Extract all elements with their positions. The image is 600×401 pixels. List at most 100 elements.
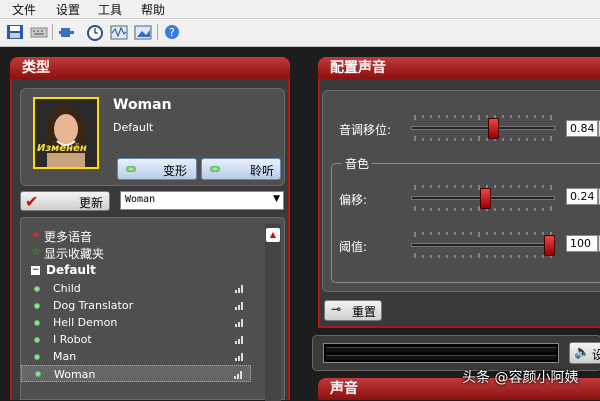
- offset-thumb[interactable]: [480, 188, 491, 209]
- type-panel-title: 类型: [22, 60, 50, 76]
- save-icon[interactable]: [6, 23, 24, 41]
- speaker-label: 设: [592, 348, 600, 362]
- config-panel: 音调移位: 0.84 音色 偏移: 0.24 阈值: 100 ⊸ 重置: [318, 79, 600, 328]
- signal-icon: [235, 319, 245, 327]
- level-meter-left: [326, 347, 556, 352]
- voice-dropdown-value: Woman: [125, 194, 156, 205]
- morph-button[interactable]: 变形: [117, 158, 197, 180]
- level-meter-right: [326, 355, 556, 360]
- pitch-slider[interactable]: [411, 113, 555, 143]
- show-favorites-label: 显示收藏夹: [44, 247, 105, 261]
- star-red-icon: ★: [31, 228, 41, 241]
- list-item-label: Man: [53, 350, 77, 363]
- collapse-icon[interactable]: −: [31, 266, 40, 275]
- svg-text:?: ?: [169, 26, 175, 39]
- toolbar-divider: [157, 24, 158, 40]
- voice-led-icon: [34, 302, 40, 309]
- pitch-thumb[interactable]: [488, 118, 499, 139]
- output-meter-panel: 🔈 设: [312, 335, 600, 371]
- morph-label: 变形: [163, 164, 188, 178]
- config-card: 音调移位: 0.84 音色 偏移: 0.24 阈值: 100: [322, 90, 600, 292]
- timbre-group: 音色: [331, 155, 600, 283]
- signal-icon: [235, 302, 245, 310]
- config-panel-header: 配置声音: [318, 57, 600, 79]
- offset-value-field[interactable]: 0.24: [566, 188, 598, 205]
- list-item[interactable]: Man: [21, 348, 251, 365]
- type-panel-header: 类型: [10, 57, 290, 79]
- list-item-label: I Robot: [53, 333, 92, 346]
- list-item-label: Woman: [54, 368, 96, 381]
- slider-reset-icon: ⊸: [331, 302, 342, 316]
- list-item[interactable]: Hell Demon: [21, 314, 251, 331]
- list-scrollbar[interactable]: ▲: [265, 224, 281, 401]
- menu-help[interactable]: 帮助: [141, 1, 165, 18]
- checkmark-icon: ✔: [25, 192, 39, 211]
- portrait-caption: Изменён: [37, 143, 87, 154]
- voice-subtitle: Default: [113, 121, 154, 134]
- list-item[interactable]: I Robot: [21, 331, 251, 348]
- clock-icon[interactable]: [86, 23, 104, 41]
- list-item-label: Hell Demon: [53, 316, 118, 329]
- list-item-selected[interactable]: Woman: [21, 365, 251, 382]
- keyboard-icon[interactable]: [30, 23, 48, 41]
- woman-portrait-icon: [35, 99, 97, 167]
- list-item-label: Child: [53, 282, 81, 295]
- reset-button[interactable]: ⊸ 重置: [324, 300, 382, 321]
- watermark-text: 头条 @容颜小阿姨: [462, 370, 579, 386]
- list-item-label: Dog Translator: [53, 299, 134, 312]
- signal-icon: [235, 336, 245, 344]
- voice-led-icon: [34, 353, 40, 360]
- type-panel: Изменён Woman Default 变形 聆听 ✔ 更新 Woman ▼…: [10, 79, 290, 401]
- menu-settings[interactable]: 设置: [56, 1, 80, 18]
- listen-button[interactable]: 聆听: [201, 158, 281, 180]
- offset-slider[interactable]: [411, 183, 555, 213]
- more-voices-label: 更多语音: [44, 230, 93, 244]
- menu-file[interactable]: 文件: [12, 1, 36, 18]
- pitch-track[interactable]: [411, 126, 555, 130]
- speaker-icon: 🔈: [574, 345, 591, 360]
- voice-dropdown[interactable]: Woman ▼: [120, 191, 284, 210]
- chevron-down-icon[interactable]: ▼: [273, 194, 280, 204]
- update-label: 更新: [79, 196, 104, 210]
- signal-icon: [235, 353, 245, 361]
- sound-panel-title: 声音: [330, 381, 358, 397]
- threshold-thumb[interactable]: [544, 235, 555, 256]
- scroll-up-icon[interactable]: ▲: [266, 228, 280, 242]
- pitch-label: 音调移位:: [339, 123, 392, 137]
- menu-bar: 文件 设置 工具 帮助: [0, 0, 600, 19]
- voice-led-icon: [34, 336, 40, 343]
- menu-tools[interactable]: 工具: [98, 1, 122, 18]
- signal-icon: [235, 285, 245, 293]
- default-group-label: Default: [46, 263, 96, 277]
- toolbar-divider: [52, 24, 53, 40]
- voice-list: ★ 更多语音 ☆ 显示收藏夹 − Default Child Dog Trans…: [20, 217, 285, 401]
- config-panel-title: 配置声音: [330, 60, 386, 76]
- image-icon[interactable]: [134, 23, 152, 41]
- waveform-icon[interactable]: [110, 23, 128, 41]
- threshold-label: 阈值:: [339, 240, 368, 254]
- signal-icon: [234, 371, 244, 379]
- voice-name: Woman: [113, 97, 172, 113]
- threshold-value-field[interactable]: 100: [566, 235, 598, 252]
- threshold-slider[interactable]: [411, 230, 555, 260]
- speaker-button[interactable]: 🔈 设: [569, 342, 600, 364]
- update-button[interactable]: ✔ 更新: [20, 191, 110, 211]
- voice-portrait: Изменён: [33, 97, 99, 169]
- list-item[interactable]: Dog Translator: [21, 297, 251, 314]
- pitch-value-field[interactable]: 0.84: [566, 120, 598, 137]
- threshold-track[interactable]: [411, 243, 555, 247]
- list-item[interactable]: Child: [21, 280, 251, 297]
- morph-led-icon: [126, 166, 136, 172]
- toolbar: ?: [0, 19, 600, 47]
- listen-label: 聆听: [250, 164, 275, 178]
- voice-led-icon: [34, 319, 40, 326]
- timbre-group-title: 音色: [342, 155, 373, 172]
- help-icon[interactable]: ?: [163, 23, 181, 41]
- level-meter: [323, 343, 559, 363]
- offset-label: 偏移:: [339, 193, 368, 207]
- voice-card: Изменён Woman Default 变形 聆听: [20, 88, 285, 186]
- plugin-icon[interactable]: [58, 23, 76, 41]
- reset-label: 重置: [352, 305, 377, 319]
- voice-led-icon: [34, 285, 40, 292]
- listen-led-icon: [210, 166, 220, 172]
